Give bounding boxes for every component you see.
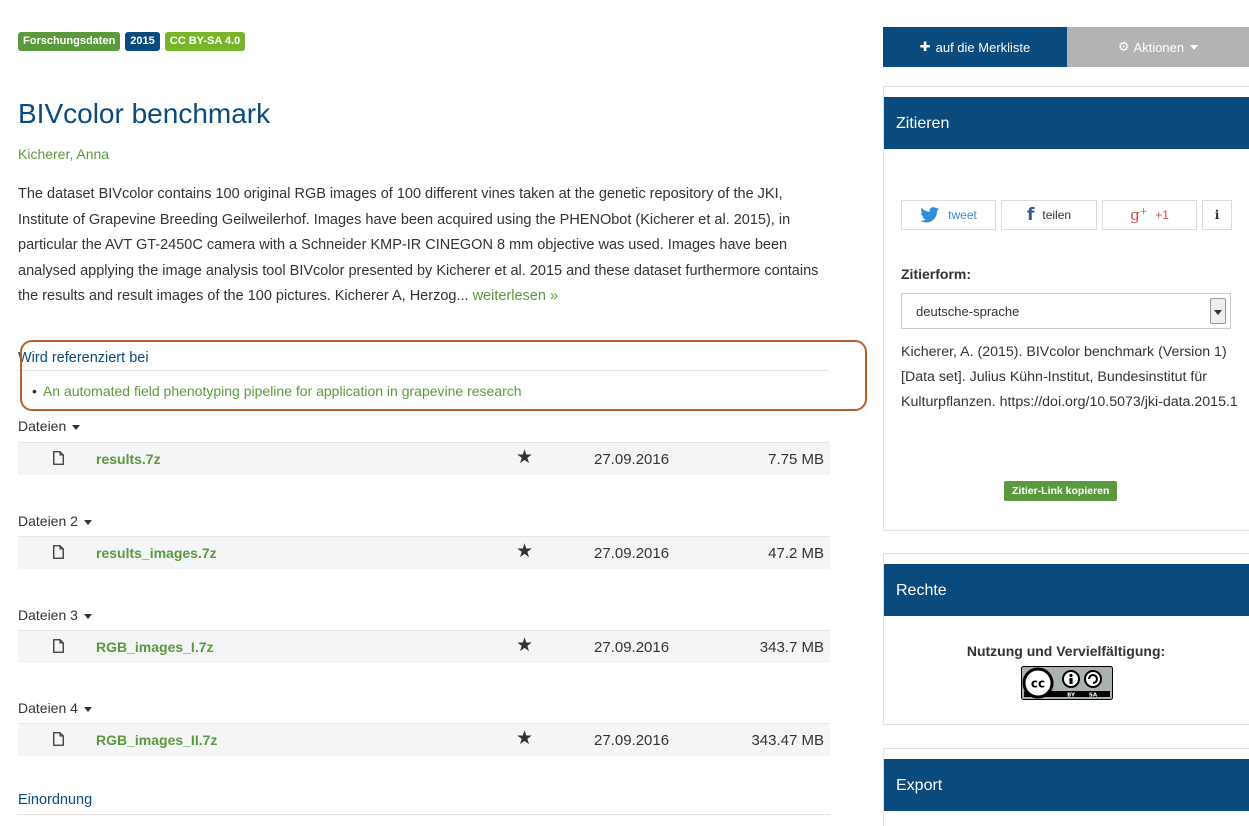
- plus-icon: ✚: [919, 39, 931, 54]
- einordnung-heading: Einordnung: [18, 792, 830, 815]
- highlight-annotation: [20, 340, 867, 411]
- file-name-link[interactable]: RGB_images_I.7z: [96, 639, 214, 655]
- caret-down-icon: [1190, 44, 1199, 50]
- badge-type[interactable]: Forschungsdaten: [18, 32, 121, 51]
- files-toggle-1[interactable]: Dateien: [18, 418, 81, 434]
- share-label: teilen: [1042, 208, 1072, 222]
- file-icon: [53, 639, 64, 653]
- citation-text: Kicherer, A. (2015). BIVcolor benchmark …: [901, 344, 1238, 410]
- file-size: 343.7 MB: [759, 639, 824, 656]
- files-label: Dateien 2: [18, 513, 78, 529]
- copy-citation-link-button[interactable]: Zitier-Link kopieren: [1004, 481, 1118, 501]
- actions-label: Aktionen: [1133, 39, 1185, 55]
- star-icon[interactable]: ★: [516, 727, 533, 750]
- file-date: 27.09.2016: [594, 639, 670, 656]
- author-link[interactable]: Kicherer, Anna: [18, 146, 109, 162]
- file-date: 27.09.2016: [594, 732, 670, 749]
- file-name-link[interactable]: results_images.7z: [96, 545, 217, 561]
- action-bar: ✚ auf die Merkliste ⚙ Aktionen: [883, 27, 1249, 67]
- cc-by-sa-logo-icon[interactable]: cc BY SA: [1021, 666, 1113, 700]
- read-more-link[interactable]: weiterlesen »: [473, 288, 558, 304]
- badge-license[interactable]: CC BY-SA 4.0: [164, 32, 246, 51]
- badge-year[interactable]: 2015: [125, 32, 160, 51]
- caret-down-icon: [83, 706, 92, 712]
- svg-text:BY: BY: [1067, 693, 1076, 699]
- citation-format-select[interactable]: deutsche-sprache: [901, 293, 1231, 329]
- facebook-share-button[interactable]: f teilen: [1001, 200, 1097, 230]
- file-date: 27.09.2016: [594, 451, 670, 468]
- google-plus-icon: g+: [1130, 206, 1148, 224]
- description: The dataset BIVcolor contains 100 origin…: [18, 182, 828, 310]
- file-icon: [53, 732, 64, 746]
- files-label: Dateien 3: [18, 607, 78, 623]
- actions-dropdown-button[interactable]: ⚙ Aktionen: [1067, 27, 1249, 67]
- add-to-list-label: auf die Merkliste: [935, 39, 1031, 55]
- rights-heading: Rechte: [884, 564, 1249, 616]
- file-size: 7.75 MB: [768, 451, 824, 468]
- description-text: The dataset BIVcolor contains 100 origin…: [18, 186, 819, 305]
- file-icon: [53, 545, 64, 559]
- files-toggle-4[interactable]: Dateien 4: [18, 700, 92, 716]
- info-button[interactable]: i: [1202, 200, 1232, 230]
- star-icon[interactable]: ★: [516, 634, 533, 657]
- share-row: tweet f teilen g+ +1 i: [901, 200, 1232, 230]
- add-to-list-button[interactable]: ✚ auf die Merkliste: [883, 27, 1067, 67]
- caret-down-icon: [83, 519, 92, 525]
- file-name-link[interactable]: RGB_images_II.7z: [96, 732, 217, 748]
- file-row: results_images.7z ★ 27.09.2016 47.2 MB: [18, 536, 830, 569]
- files-label: Dateien: [18, 418, 67, 434]
- badge-row: Forschungsdaten 2015 CC BY-SA 4.0: [18, 32, 246, 51]
- file-row: results.7z ★ 27.09.2016 7.75 MB: [18, 442, 830, 475]
- svg-text:cc: cc: [1031, 677, 1045, 691]
- tweet-label: tweet: [948, 208, 977, 222]
- gear-icon: ⚙: [1117, 39, 1130, 54]
- export-heading: Export: [884, 759, 1249, 811]
- plus-one-label: +1: [1155, 208, 1169, 222]
- file-size: 343.47 MB: [751, 732, 824, 749]
- file-icon: [53, 451, 64, 465]
- svg-text:SA: SA: [1089, 693, 1098, 699]
- file-size: 47.2 MB: [768, 545, 824, 562]
- twitter-icon: [920, 207, 940, 223]
- citation-format-label: Zitierform:: [901, 266, 971, 282]
- google-plus-button[interactable]: g+ +1: [1102, 200, 1197, 230]
- caret-down-icon: [83, 613, 92, 619]
- cite-heading: Zitieren: [884, 97, 1249, 149]
- citation-format-value: deutsche-sprache: [916, 304, 1020, 319]
- files-toggle-2[interactable]: Dateien 2: [18, 513, 92, 529]
- caret-down-icon: [72, 424, 81, 430]
- star-icon[interactable]: ★: [516, 540, 533, 563]
- dropdown-arrow-icon[interactable]: [1210, 298, 1226, 324]
- usage-label: Nutzung und Vervielfältigung:: [966, 643, 1166, 659]
- info-icon: i: [1214, 208, 1220, 222]
- file-row: RGB_images_II.7z ★ 27.09.2016 343.47 MB: [18, 723, 830, 756]
- file-row: RGB_images_I.7z ★ 27.09.2016 343.7 MB: [18, 630, 830, 663]
- page-title: BIVcolor benchmark: [18, 98, 271, 129]
- export-panel: Export: [883, 748, 1249, 826]
- file-date: 27.09.2016: [594, 545, 670, 562]
- tweet-button[interactable]: tweet: [901, 200, 996, 230]
- files-label: Dateien 4: [18, 700, 78, 716]
- star-icon[interactable]: ★: [516, 446, 533, 469]
- file-name-link[interactable]: results.7z: [96, 451, 161, 467]
- files-toggle-3[interactable]: Dateien 3: [18, 607, 92, 623]
- facebook-icon: f: [1026, 205, 1035, 225]
